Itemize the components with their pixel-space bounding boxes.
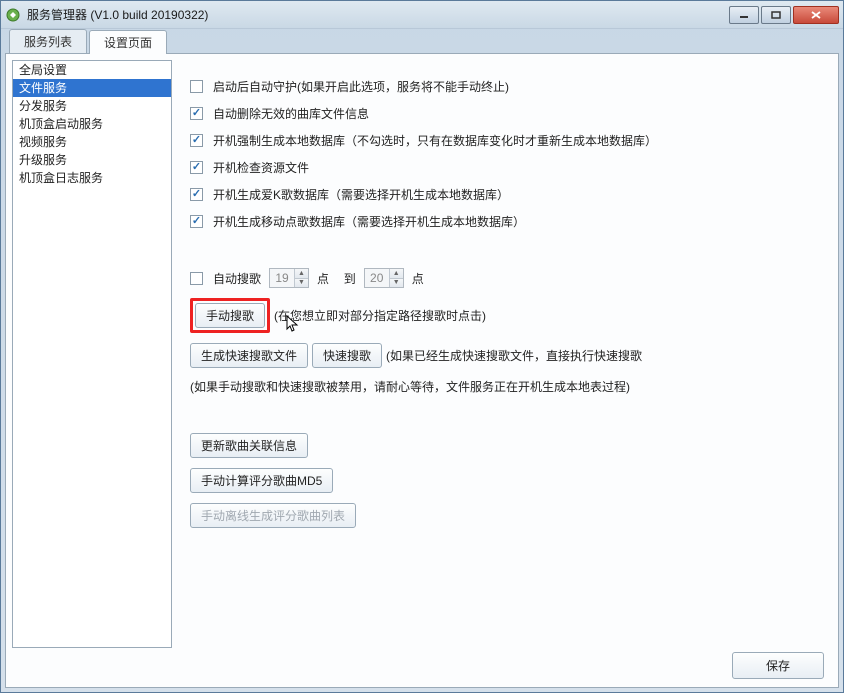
update-assoc-button[interactable]: 更新歌曲关联信息 <box>190 433 308 458</box>
spinner-to-input[interactable] <box>365 269 389 287</box>
app-icon <box>5 7 21 23</box>
gen-fast-search-button[interactable]: 生成快速搜歌文件 <box>190 343 308 368</box>
close-button[interactable] <box>793 6 839 24</box>
sidebar-item-global[interactable]: 全局设置 <box>13 61 171 79</box>
label-sep: 到 <box>344 270 356 287</box>
sidebar-item-upgrade[interactable]: 升级服务 <box>13 151 171 169</box>
calc-md5-button[interactable]: 手动计算评分歌曲MD5 <box>190 468 333 493</box>
label-gen-aik-db: 开机生成爱K歌数据库（需要选择开机生成本地数据库） <box>213 186 509 203</box>
spinner-from-input[interactable] <box>270 269 294 287</box>
window-controls <box>727 6 839 24</box>
checkbox-force-gen-db[interactable] <box>190 134 203 147</box>
maximize-button[interactable] <box>761 6 791 24</box>
checkbox-gen-aik-db[interactable] <box>190 188 203 201</box>
label-gen-mobile-db: 开机生成移动点歌数据库（需要选择开机生成本地数据库） <box>213 213 525 230</box>
main: 全局设置 文件服务 分发服务 机顶盒启动服务 视频服务 升级服务 机顶盒日志服务… <box>12 60 832 648</box>
titlebar: 服务管理器 (V1.0 build 20190322) <box>1 1 843 29</box>
checkbox-auto-guard[interactable] <box>190 80 203 93</box>
offline-gen-button: 手动离线生成评分歌曲列表 <box>190 503 356 528</box>
label-unit1: 点 <box>317 270 329 287</box>
settings-content: 启动后自动守护(如果开启此选项，服务将不能手动终止) 自动删除无效的曲库文件信息… <box>180 60 832 648</box>
fast-search-button[interactable]: 快速搜歌 <box>312 343 382 368</box>
sidebar-item-stb-startup[interactable]: 机顶盒启动服务 <box>13 115 171 133</box>
bottom-bar: 保存 <box>12 648 832 681</box>
checkbox-auto-delete-invalid[interactable] <box>190 107 203 120</box>
client-area: 全局设置 文件服务 分发服务 机顶盒启动服务 视频服务 升级服务 机顶盒日志服务… <box>5 53 839 688</box>
tabbar: 服务列表 设置页面 <box>1 29 843 53</box>
waiting-note: (如果手动搜歌和快速搜歌被禁用，请耐心等待，文件服务正在开机生成本地表过程) <box>190 378 630 395</box>
sidebar-item-stb-log[interactable]: 机顶盒日志服务 <box>13 169 171 187</box>
spinner-up-icon[interactable]: ▲ <box>295 269 308 278</box>
highlight-box: 手动搜歌 <box>190 298 270 333</box>
spinner-down-icon[interactable]: ▼ <box>390 278 403 288</box>
label-auto-delete-invalid: 自动删除无效的曲库文件信息 <box>213 105 369 122</box>
spinner-up-icon[interactable]: ▲ <box>390 269 403 278</box>
minimize-button[interactable] <box>729 6 759 24</box>
sidebar-item-video[interactable]: 视频服务 <box>13 133 171 151</box>
sidebar-item-file-service[interactable]: 文件服务 <box>13 79 171 97</box>
checkbox-auto-search[interactable] <box>190 272 203 285</box>
sidebar-item-distribute[interactable]: 分发服务 <box>13 97 171 115</box>
app-window: 服务管理器 (V1.0 build 20190322) 服务列表 设置页面 全局… <box>0 0 844 693</box>
tab-settings[interactable]: 设置页面 <box>89 30 167 54</box>
fast-search-note: (如果已经生成快速搜歌文件，直接执行快速搜歌 <box>386 347 642 364</box>
tab-service-list[interactable]: 服务列表 <box>9 29 87 53</box>
manual-search-button[interactable]: 手动搜歌 <box>195 303 265 328</box>
label-force-gen-db: 开机强制生成本地数据库（不勾选时，只有在数据库变化时才重新生成本地数据库） <box>213 132 657 149</box>
settings-sidebar: 全局设置 文件服务 分发服务 机顶盒启动服务 视频服务 升级服务 机顶盒日志服务 <box>12 60 172 648</box>
spinner-to-hour[interactable]: ▲▼ <box>364 268 404 288</box>
checkbox-check-resources[interactable] <box>190 161 203 174</box>
spinner-down-icon[interactable]: ▼ <box>295 278 308 288</box>
checkbox-gen-mobile-db[interactable] <box>190 215 203 228</box>
manual-search-note: (在您想立即对部分指定路径搜歌时点击) <box>274 307 486 324</box>
spinner-from-hour[interactable]: ▲▼ <box>269 268 309 288</box>
label-check-resources: 开机检查资源文件 <box>213 159 309 176</box>
label-unit2: 点 <box>412 270 424 287</box>
label-auto-guard: 启动后自动守护(如果开启此选项，服务将不能手动终止) <box>213 78 509 95</box>
window-title: 服务管理器 (V1.0 build 20190322) <box>27 6 208 23</box>
save-button[interactable]: 保存 <box>732 652 824 679</box>
label-auto-search: 自动搜歌 <box>213 270 261 287</box>
